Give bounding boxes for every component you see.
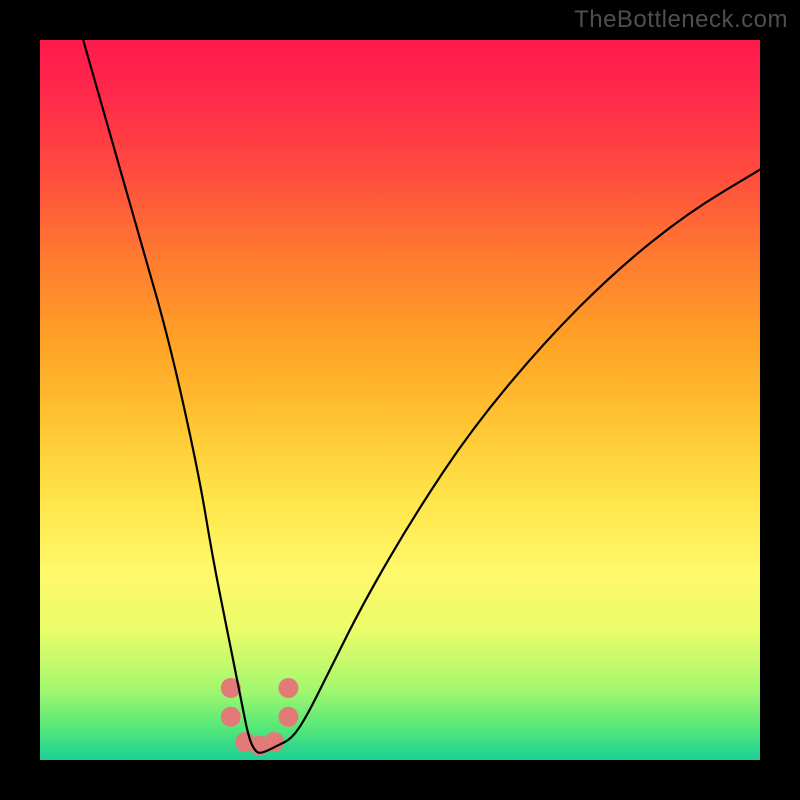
watermark-text: TheBottleneck.com — [574, 6, 788, 34]
chart-plot-area — [40, 40, 760, 760]
